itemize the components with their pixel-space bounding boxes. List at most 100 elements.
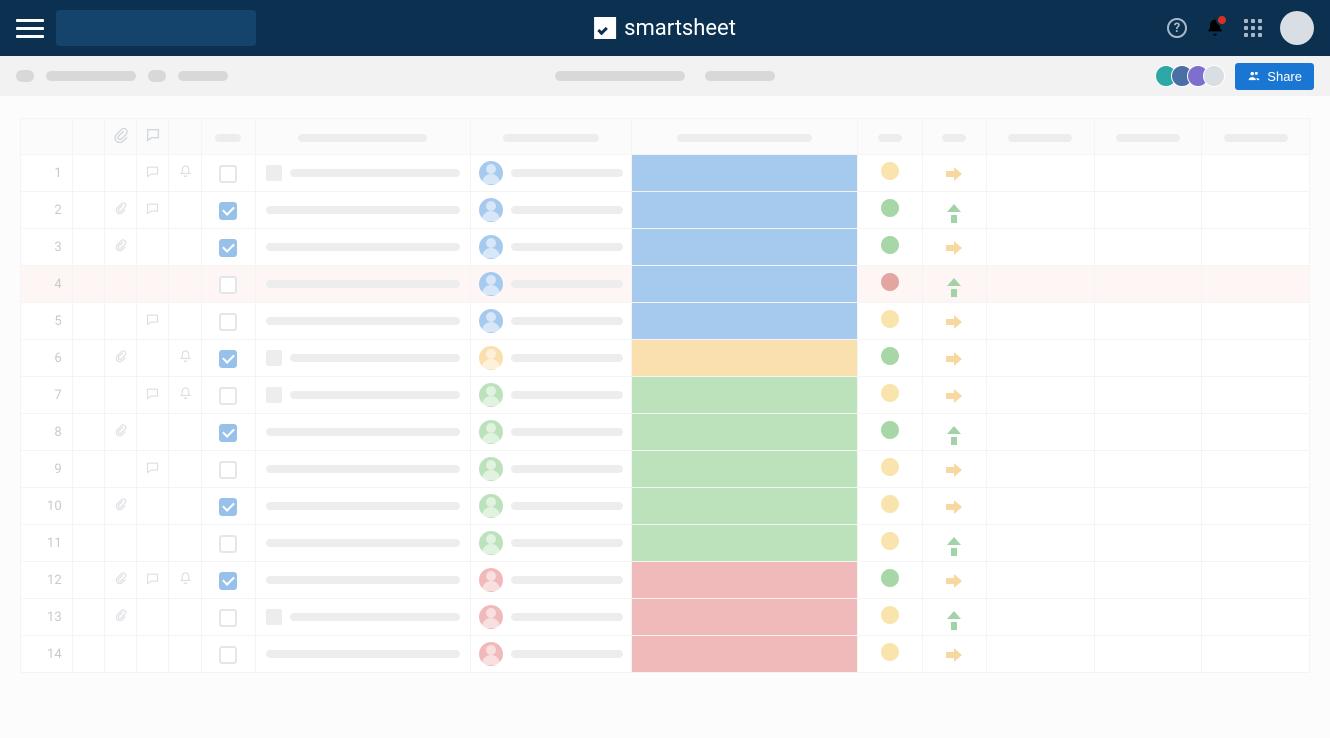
row-number[interactable]: 11 — [21, 525, 73, 562]
data-cell[interactable] — [1202, 229, 1310, 266]
row-expand-cell[interactable] — [72, 192, 104, 229]
data-cell[interactable] — [987, 377, 1095, 414]
task-cell[interactable] — [255, 414, 470, 451]
reminder-cell[interactable] — [169, 525, 201, 562]
comment-cell[interactable] — [137, 155, 169, 192]
task-cell[interactable] — [255, 562, 470, 599]
row-expand-cell[interactable] — [72, 377, 104, 414]
attachment-cell[interactable] — [104, 303, 136, 340]
task-cell[interactable] — [255, 451, 470, 488]
checkbox[interactable] — [219, 387, 237, 405]
data-cell[interactable] — [1202, 414, 1310, 451]
attachment-cell[interactable] — [104, 562, 136, 599]
checkbox[interactable] — [219, 202, 237, 220]
task-cell[interactable] — [255, 229, 470, 266]
status-cell[interactable] — [632, 266, 858, 303]
data-cell[interactable] — [1094, 525, 1202, 562]
status-cell[interactable] — [632, 229, 858, 266]
comment-cell[interactable] — [137, 451, 169, 488]
trend-cell[interactable] — [922, 636, 987, 673]
data-cell[interactable] — [1094, 636, 1202, 673]
task-cell[interactable] — [255, 377, 470, 414]
status-cell[interactable] — [632, 525, 858, 562]
checkbox[interactable] — [219, 572, 237, 590]
health-cell[interactable] — [858, 636, 923, 673]
expand-icon[interactable] — [266, 387, 282, 403]
row-number[interactable]: 6 — [21, 340, 73, 377]
assignee-cell[interactable] — [470, 414, 631, 451]
row-number[interactable]: 9 — [21, 451, 73, 488]
collaborator-avatar[interactable] — [1203, 65, 1225, 87]
trend-cell[interactable] — [922, 303, 987, 340]
row-expand-cell[interactable] — [72, 488, 104, 525]
col-header-d3[interactable] — [1202, 119, 1310, 155]
row-number[interactable]: 7 — [21, 377, 73, 414]
data-cell[interactable] — [987, 229, 1095, 266]
row-expand-cell[interactable] — [72, 562, 104, 599]
table-row[interactable]: 4 — [21, 266, 1310, 303]
table-row[interactable]: 5 — [21, 303, 1310, 340]
reminder-cell[interactable] — [169, 192, 201, 229]
checkbox[interactable] — [219, 313, 237, 331]
checkbox-cell[interactable] — [201, 229, 255, 266]
assignee-cell[interactable] — [470, 562, 631, 599]
checkbox-cell[interactable] — [201, 525, 255, 562]
reminder-cell[interactable] — [169, 266, 201, 303]
data-cell[interactable] — [987, 340, 1095, 377]
col-header-checkbox[interactable] — [201, 119, 255, 155]
data-cell[interactable] — [987, 636, 1095, 673]
status-cell[interactable] — [632, 562, 858, 599]
data-cell[interactable] — [1094, 303, 1202, 340]
row-number[interactable]: 8 — [21, 414, 73, 451]
checkbox[interactable] — [219, 646, 237, 664]
health-cell[interactable] — [858, 229, 923, 266]
attachment-cell[interactable] — [104, 636, 136, 673]
col-header-task[interactable] — [255, 119, 470, 155]
checkbox-cell[interactable] — [201, 451, 255, 488]
status-cell[interactable] — [632, 636, 858, 673]
data-cell[interactable] — [1202, 451, 1310, 488]
trend-cell[interactable] — [922, 192, 987, 229]
comment-cell[interactable] — [137, 488, 169, 525]
comment-cell[interactable] — [137, 340, 169, 377]
comment-cell[interactable] — [137, 525, 169, 562]
health-cell[interactable] — [858, 303, 923, 340]
reminder-cell[interactable] — [169, 377, 201, 414]
comment-cell[interactable] — [137, 229, 169, 266]
table-row[interactable]: 9 — [21, 451, 1310, 488]
row-expand-cell[interactable] — [72, 525, 104, 562]
comment-cell[interactable] — [137, 303, 169, 340]
row-number[interactable]: 5 — [21, 303, 73, 340]
assignee-cell[interactable] — [470, 192, 631, 229]
col-header-assignee[interactable] — [470, 119, 631, 155]
row-number[interactable]: 1 — [21, 155, 73, 192]
reminder-cell[interactable] — [169, 340, 201, 377]
table-row[interactable]: 1 — [21, 155, 1310, 192]
trend-cell[interactable] — [922, 229, 987, 266]
data-cell[interactable] — [1094, 599, 1202, 636]
data-cell[interactable] — [1094, 488, 1202, 525]
reminder-cell[interactable] — [169, 155, 201, 192]
row-number[interactable]: 14 — [21, 636, 73, 673]
checkbox[interactable] — [219, 350, 237, 368]
health-cell[interactable] — [858, 155, 923, 192]
table-row[interactable]: 13 — [21, 599, 1310, 636]
checkbox-cell[interactable] — [201, 488, 255, 525]
comment-cell[interactable] — [137, 266, 169, 303]
col-header-health[interactable] — [858, 119, 923, 155]
data-cell[interactable] — [1094, 377, 1202, 414]
health-cell[interactable] — [858, 525, 923, 562]
task-cell[interactable] — [255, 599, 470, 636]
checkbox-cell[interactable] — [201, 599, 255, 636]
data-cell[interactable] — [1202, 303, 1310, 340]
assignee-cell[interactable] — [470, 340, 631, 377]
checkbox-cell[interactable] — [201, 414, 255, 451]
data-cell[interactable] — [1094, 414, 1202, 451]
notifications-button[interactable] — [1204, 17, 1226, 39]
trend-cell[interactable] — [922, 488, 987, 525]
task-cell[interactable] — [255, 266, 470, 303]
comment-cell[interactable] — [137, 636, 169, 673]
data-cell[interactable] — [987, 155, 1095, 192]
checkbox[interactable] — [219, 609, 237, 627]
checkbox-cell[interactable] — [201, 155, 255, 192]
